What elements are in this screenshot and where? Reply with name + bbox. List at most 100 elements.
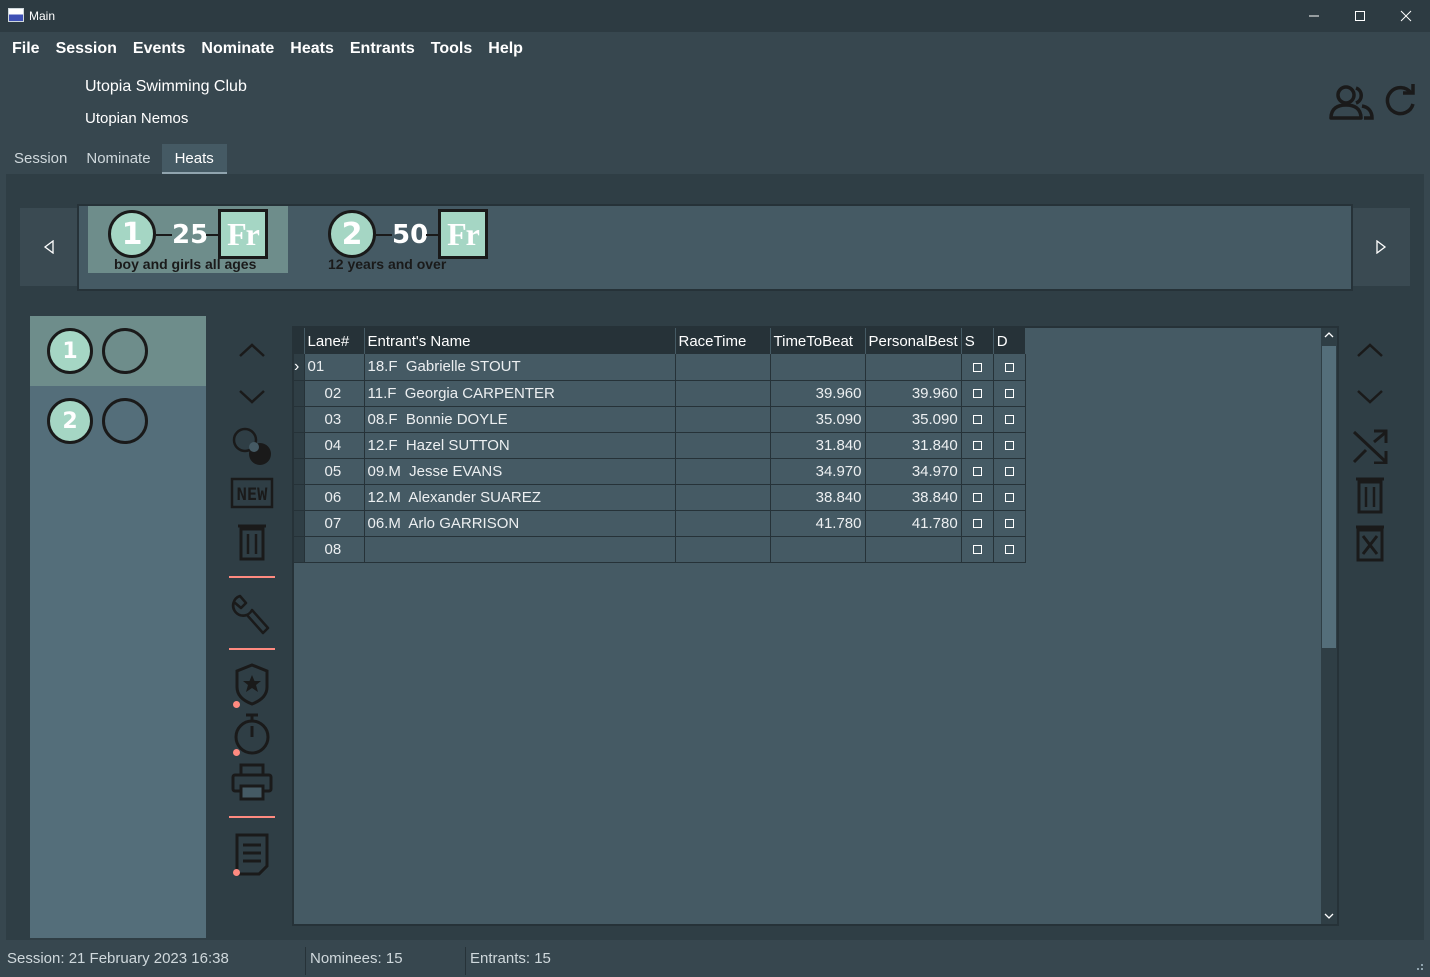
cell-name[interactable]: 18.F Gabrielle STOUT [364,354,676,381]
chevron-down-icon[interactable] [226,375,278,419]
row-selector[interactable] [294,432,305,459]
events-prev-button[interactable] [20,208,78,286]
table-row[interactable]: 03 08.F Bonnie DOYLE 35.090 35.090 [294,406,1026,433]
cell-racetime[interactable] [675,406,771,433]
scroll-down-icon[interactable] [1324,912,1334,920]
s-checkbox[interactable] [972,493,982,503]
cell-racetime[interactable] [675,536,771,563]
cell-timetobeat[interactable]: 41.780 [770,510,866,537]
cell-name[interactable] [364,536,676,563]
d-checkbox[interactable] [1004,519,1014,529]
new-icon[interactable]: NEW [226,471,278,515]
cell-personalbest[interactable]: 34.970 [865,458,962,485]
events-next-button[interactable] [1352,208,1410,286]
event-card[interactable]: 1 25 Fr boy and girls all ages [88,206,288,273]
col-racetime[interactable]: RaceTime [675,328,771,354]
table-row[interactable]: 02 11.F Georgia CARPENTER 39.960 39.960 [294,380,1026,407]
table-row[interactable]: 06 12.M Alexander SUAREZ 38.840 38.840 [294,484,1026,511]
d-checkbox[interactable] [1004,467,1014,477]
cell-lane[interactable]: 06 [304,484,365,511]
scroll-up-icon[interactable] [1324,331,1334,339]
cell-lane[interactable]: 05 [304,458,365,485]
d-checkbox[interactable] [1004,545,1014,555]
cell-timetobeat[interactable]: 35.090 [770,406,866,433]
menu-heats[interactable]: Heats [282,34,342,64]
row-selector[interactable] [294,510,305,537]
s-checkbox[interactable] [972,545,982,555]
cell-racetime[interactable] [675,354,771,381]
row-selector[interactable] [294,380,305,407]
col-d[interactable]: D [993,328,1026,354]
delete-box-icon[interactable] [1346,520,1394,564]
table-row[interactable]: 04 12.F Hazel SUTTON 31.840 31.840 [294,432,1026,459]
col-personalbest[interactable]: PersonalBest [865,328,962,354]
close-button[interactable] [1383,0,1429,32]
cell-personalbest[interactable] [865,354,962,381]
table-row[interactable]: 08 [294,536,1026,563]
d-checkbox[interactable] [1004,389,1014,399]
grid-scrollbar[interactable] [1321,328,1337,924]
cell-personalbest[interactable]: 41.780 [865,510,962,537]
cell-name[interactable]: 08.F Bonnie DOYLE [364,406,676,433]
cell-personalbest[interactable]: 38.840 [865,484,962,511]
tab-heats[interactable]: Heats [161,144,227,174]
col-timetobeat[interactable]: TimeToBeat [770,328,866,354]
cell-personalbest[interactable]: 35.090 [865,406,962,433]
row-selector[interactable] [294,484,305,511]
scroll-thumb[interactable] [1322,346,1336,648]
cell-racetime[interactable] [675,380,771,407]
menu-events[interactable]: Events [125,34,193,64]
tab-nominate[interactable]: Nominate [78,144,161,174]
badge-star-icon[interactable] [226,662,278,706]
cell-timetobeat[interactable]: 34.970 [770,458,866,485]
heat-item[interactable]: 2 [30,386,206,456]
menu-entrants[interactable]: Entrants [342,34,423,64]
resize-grip-icon[interactable] [1414,961,1424,971]
menu-help[interactable]: Help [480,34,531,64]
cell-lane[interactable]: 08 [304,536,365,563]
shuffle-icon[interactable] [1346,424,1394,468]
cell-timetobeat[interactable] [770,536,866,563]
cell-racetime[interactable] [675,432,771,459]
trash-icon[interactable] [1346,472,1394,516]
cell-name[interactable]: 11.F Georgia CARPENTER [364,380,676,407]
cell-timetobeat[interactable]: 39.960 [770,380,866,407]
printer-icon[interactable] [226,760,278,804]
cell-lane[interactable]: 04 [304,432,365,459]
d-checkbox[interactable] [1004,415,1014,425]
table-row[interactable]: 07 06.M Arlo GARRISON 41.780 41.780 [294,510,1026,537]
cell-timetobeat[interactable]: 38.840 [770,484,866,511]
heat-item[interactable]: 1 [30,316,206,386]
cell-timetobeat[interactable]: 31.840 [770,432,866,459]
cell-lane[interactable]: 03 [304,406,365,433]
cell-name[interactable]: 06.M Arlo GARRISON [364,510,676,537]
menu-session[interactable]: Session [48,34,125,64]
minimize-button[interactable] [1291,0,1337,32]
col-name[interactable]: Entrant's Name [364,328,676,354]
cell-timetobeat[interactable] [770,354,866,381]
table-row[interactable]: › 01 18.F Gabrielle STOUT [294,354,1026,381]
row-selector[interactable] [294,458,305,485]
cell-personalbest[interactable]: 39.960 [865,380,962,407]
chevron-up-icon[interactable] [1346,328,1394,372]
s-checkbox[interactable] [972,389,982,399]
d-checkbox[interactable] [1004,441,1014,451]
members-icon[interactable] [1328,84,1376,126]
cell-name[interactable]: 12.M Alexander SUAREZ [364,484,676,511]
cell-racetime[interactable] [675,510,771,537]
table-row[interactable]: 05 09.M Jesse EVANS 34.970 34.970 [294,458,1026,485]
row-selector[interactable] [294,406,305,433]
menu-tools[interactable]: Tools [423,34,480,64]
cell-name[interactable]: 09.M Jesse EVANS [364,458,676,485]
row-selector[interactable] [294,536,305,563]
circles-icon[interactable] [226,424,278,468]
cell-lane[interactable]: 01 [304,354,365,381]
col-s[interactable]: S [961,328,994,354]
chevron-down-icon[interactable] [1346,375,1394,419]
col-lane[interactable]: Lane# [304,328,365,354]
d-checkbox[interactable] [1004,362,1014,372]
trash-icon[interactable] [226,519,278,563]
tab-session[interactable]: Session [6,144,78,174]
cell-lane[interactable]: 07 [304,510,365,537]
s-checkbox[interactable] [972,519,982,529]
